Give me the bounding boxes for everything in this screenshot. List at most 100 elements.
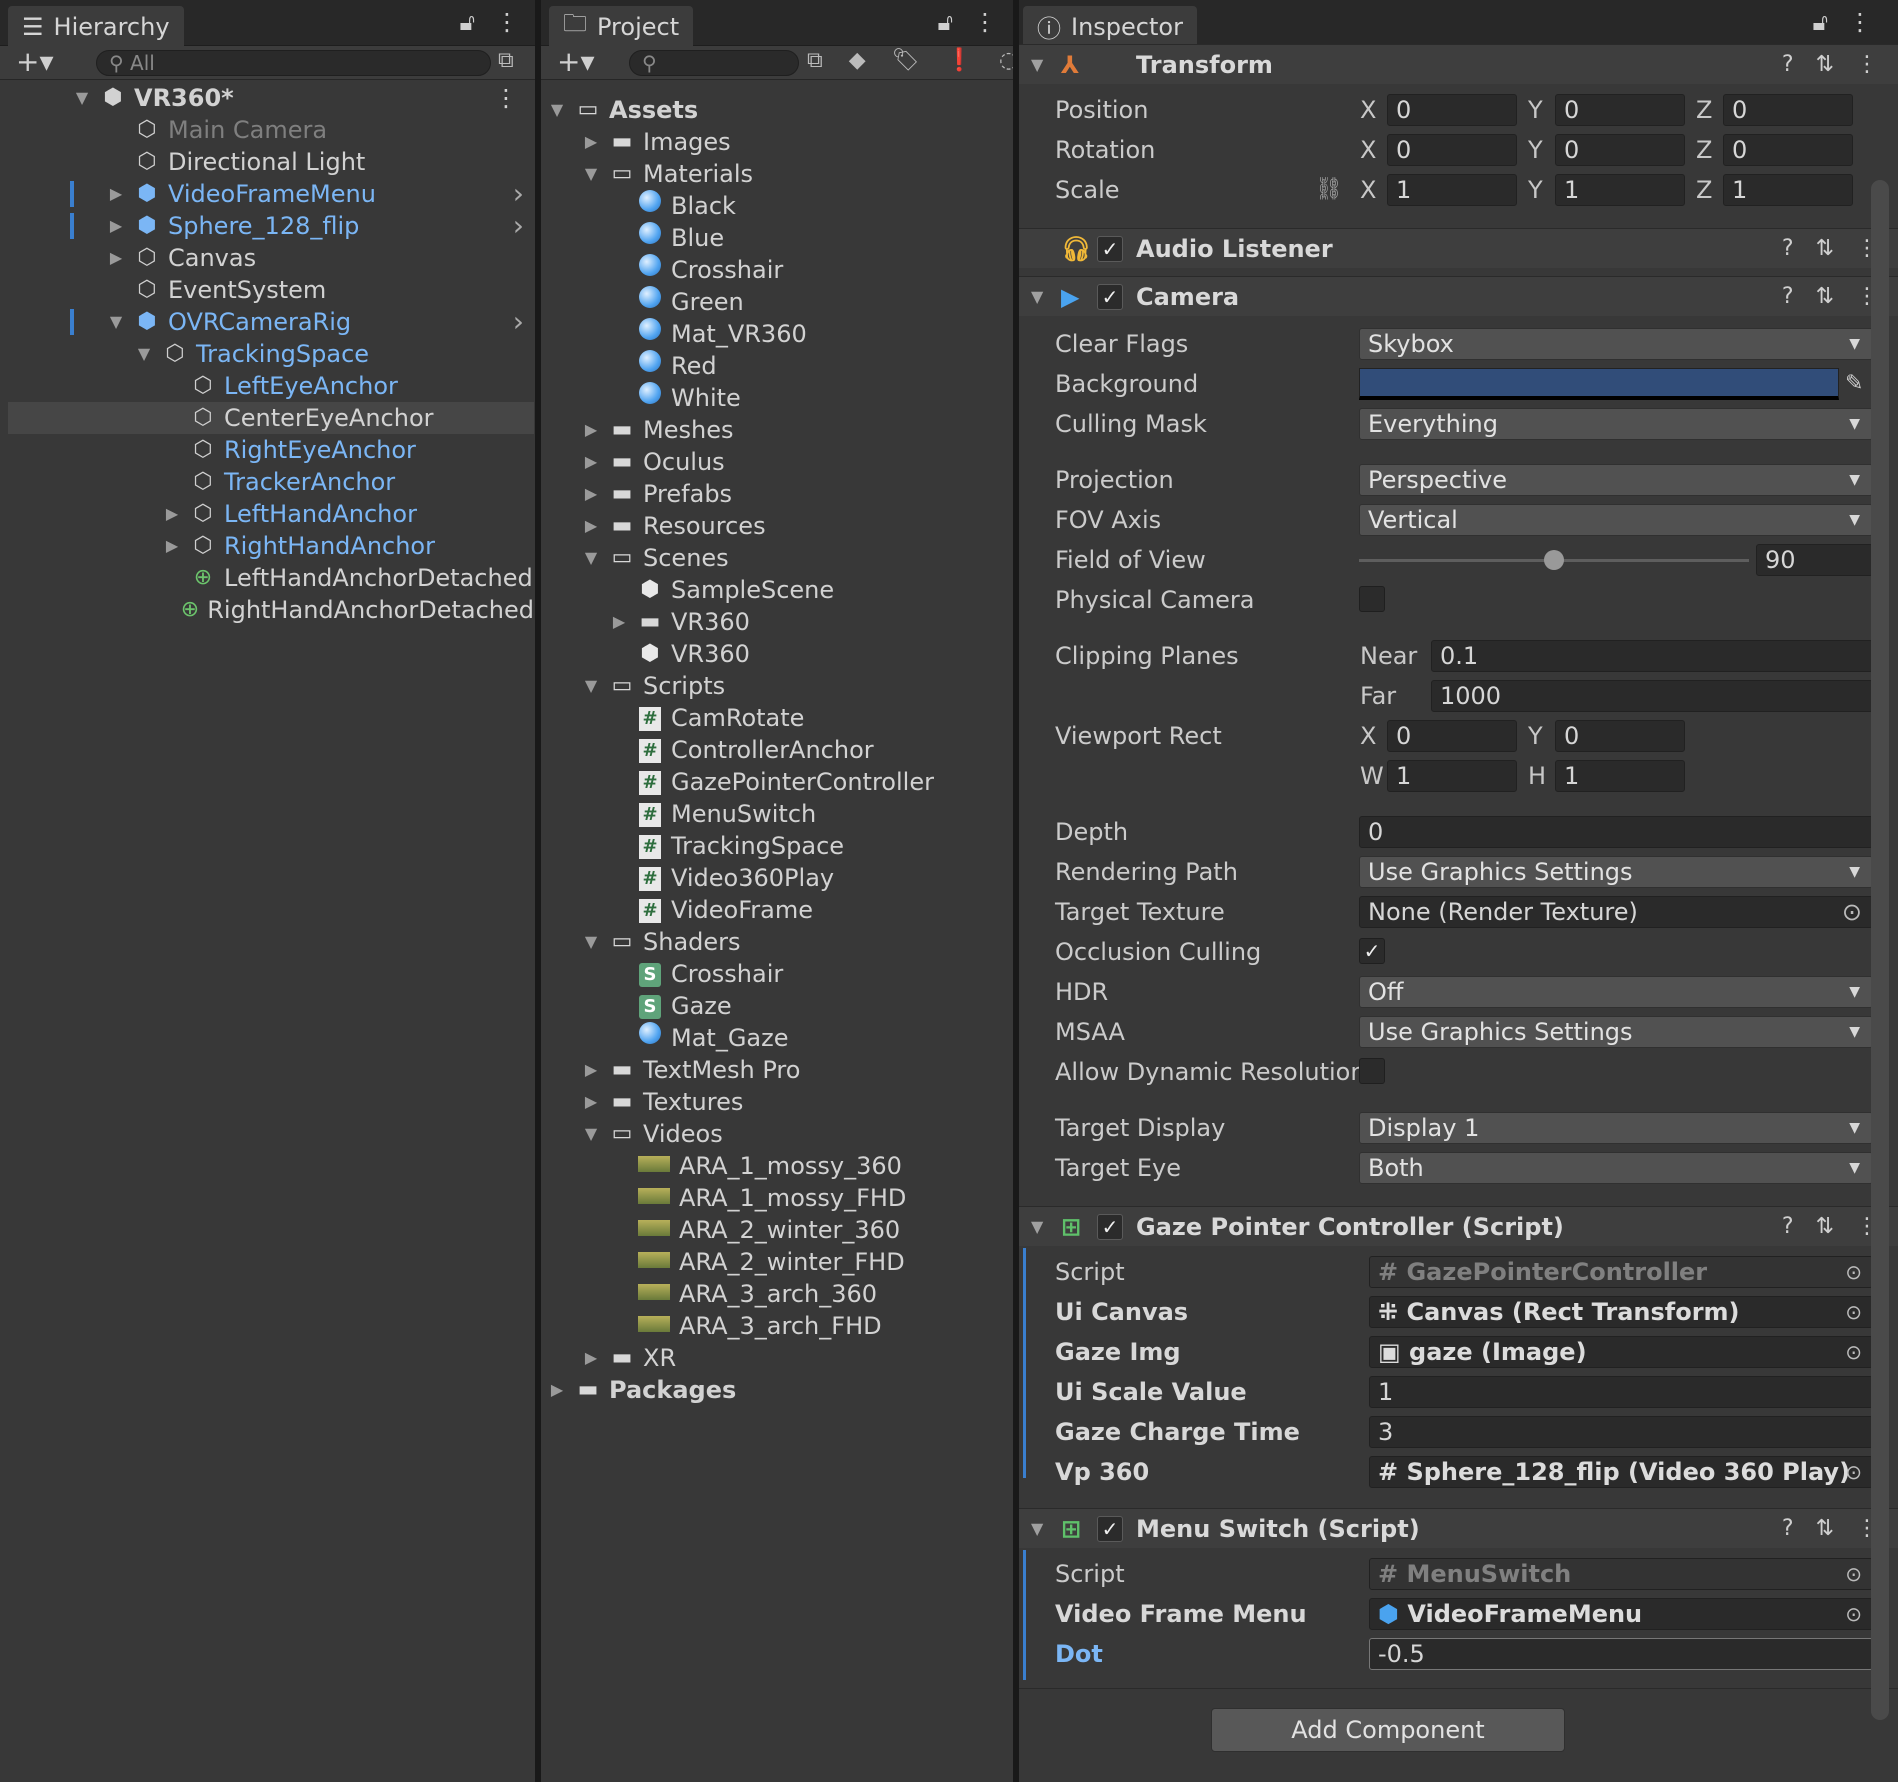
help-icon[interactable]: ? — [1782, 284, 1794, 309]
project-item[interactable]: ARA_3_arch_FHD — [611, 1310, 1001, 1342]
project-item[interactable]: # MenuSwitch — [611, 798, 1001, 830]
fov-axis-dropdown[interactable]: Vertical — [1359, 504, 1873, 536]
project-item[interactable]: # TrackingSpace — [611, 830, 1001, 862]
hierarchy-tab[interactable]: ☰ Hierarchy — [8, 6, 184, 47]
hdr-dropdown[interactable]: Off — [1359, 976, 1873, 1008]
inspector-scrollbar[interactable] — [1871, 180, 1889, 1720]
project-item[interactable]: # Video360Play — [611, 862, 1001, 894]
hierarchy-item[interactable]: ⬡ CenterEyeAnchor — [8, 402, 534, 434]
foldout-icon[interactable]: ▼ — [583, 158, 599, 190]
camera-header[interactable]: ▼ ▶︎ ✓ Camera ? ⇅ ⋮ — [1019, 276, 1898, 316]
hierarchy-item[interactable]: ▶ ⬡ LeftHandAnchor — [8, 498, 534, 530]
foldout-icon[interactable]: ▼ — [549, 94, 565, 126]
filter-label-icon[interactable]: 🏷︎ — [892, 48, 920, 73]
hierarchy-item[interactable]: ▶ ⬡ Canvas — [8, 242, 534, 274]
scene-search-icon[interactable]: ⧉ — [498, 48, 514, 73]
project-item[interactable]: ARA_2_winter_FHD — [611, 1246, 1001, 1278]
open-prefab-icon[interactable]: › — [513, 178, 524, 210]
project-item[interactable]: White — [611, 382, 1001, 414]
foldout-icon[interactable]: ▼ — [583, 926, 599, 958]
foldout-icon[interactable]: ▼ — [1031, 1519, 1043, 1538]
presets-icon[interactable]: ⇅ — [1816, 1214, 1834, 1239]
project-item[interactable]: ARA_3_arch_360 — [611, 1278, 1001, 1310]
project-item[interactable]: ▼ ▭ Scripts — [583, 670, 1001, 702]
more-icon[interactable]: ⋮ — [494, 82, 518, 114]
hierarchy-search-input[interactable]: ⚲ All — [96, 50, 491, 76]
hierarchy-item[interactable]: ▶ ⬡ RightHandAnchor — [8, 530, 534, 562]
project-item[interactable]: Mat_Gaze — [611, 1022, 1001, 1054]
help-icon[interactable]: ? — [1782, 1516, 1794, 1541]
foldout-icon[interactable]: ▼ — [136, 338, 152, 370]
target-display-dropdown[interactable]: Display 1 — [1359, 1112, 1873, 1144]
foldout-icon[interactable]: ▼ — [74, 82, 90, 114]
project-item[interactable]: ▼ ▭ Materials — [583, 158, 1001, 190]
foldout-icon[interactable]: ▼ — [583, 670, 599, 702]
project-item[interactable]: ▼ ▭ Scenes — [583, 542, 1001, 574]
scale-x-field[interactable]: 1 — [1387, 174, 1517, 206]
project-item[interactable]: # ControllerAnchor — [611, 734, 1001, 766]
scene-root[interactable]: ▼ ⬢ VR360* ⋮ — [74, 82, 534, 114]
project-item[interactable]: # CamRotate — [611, 702, 1001, 734]
project-item[interactable]: ▶ ▬ TextMesh Pro — [583, 1054, 1001, 1086]
gaze-pointer-controller-header[interactable]: ▼ ⊞ ✓ Gaze Pointer Controller (Script) ?… — [1019, 1206, 1898, 1246]
hierarchy-item[interactable]: ⬡ RightEyeAnchor — [8, 434, 534, 466]
hierarchy-item[interactable]: ⬡ Main Camera — [8, 114, 534, 146]
projection-dropdown[interactable]: Perspective — [1359, 464, 1873, 496]
scale-z-field[interactable]: 1 — [1723, 174, 1853, 206]
project-item[interactable]: ▶ ▬ Images — [583, 126, 1001, 158]
help-icon[interactable]: ? — [1782, 52, 1794, 77]
foldout-icon[interactable]: ▼ — [1031, 55, 1043, 74]
ui-scale-field[interactable]: 1 — [1369, 1376, 1873, 1408]
enabled-checkbox[interactable]: ✓ — [1097, 283, 1123, 310]
presets-icon[interactable]: ⇅ — [1816, 284, 1834, 309]
foldout-icon[interactable]: ▶ — [583, 446, 599, 478]
enabled-checkbox[interactable]: ✓ — [1097, 235, 1123, 262]
project-item[interactable]: ▶ ▬ Prefabs — [583, 478, 1001, 510]
gaze-img-field[interactable]: ▣ gaze (Image) ⊙ — [1369, 1336, 1873, 1368]
project-item[interactable]: Mat_VR360 — [611, 318, 1001, 350]
far-field[interactable]: 1000 — [1431, 680, 1873, 712]
more-icon[interactable]: ⋮ — [1848, 8, 1872, 36]
hierarchy-item[interactable]: ▶ ⬢ Sphere_128_flip › — [8, 210, 534, 242]
project-item[interactable]: Red — [611, 350, 1001, 382]
object-picker-icon[interactable]: ⊙ — [1845, 1599, 1862, 1629]
project-item[interactable]: S Crosshair — [611, 958, 1001, 990]
foldout-icon[interactable]: ▼ — [583, 542, 599, 574]
fov-field[interactable]: 90 — [1756, 544, 1873, 576]
hierarchy-item[interactable]: ⬡ TrackerAnchor — [8, 466, 534, 498]
project-item[interactable]: ARA_1_mossy_FHD — [611, 1182, 1001, 1214]
open-prefab-icon[interactable]: › — [513, 210, 524, 242]
fov-slider-handle[interactable] — [1544, 550, 1564, 570]
msaa-dropdown[interactable]: Use Graphics Settings — [1359, 1016, 1873, 1048]
foldout-icon[interactable]: ▼ — [1031, 1217, 1043, 1236]
foldout-icon[interactable]: ▶ — [108, 242, 124, 274]
dynamic-resolution-checkbox[interactable] — [1359, 1058, 1385, 1084]
culling-mask-dropdown[interactable]: Everything — [1359, 408, 1873, 440]
hierarchy-item[interactable]: ⬡ LeftEyeAnchor — [8, 370, 534, 402]
add-component-button[interactable]: Add Component — [1211, 1708, 1565, 1752]
project-item[interactable]: ▼ ▭ Videos — [583, 1118, 1001, 1150]
project-item[interactable]: # VideoFrame — [611, 894, 1001, 926]
clear-flags-dropdown[interactable]: Skybox — [1359, 328, 1873, 360]
foldout-icon[interactable]: ▶ — [583, 1054, 599, 1086]
project-item[interactable]: ▼ ▭ Shaders — [583, 926, 1001, 958]
inspector-tab[interactable]: ⓘ Inspector — [1023, 6, 1197, 47]
rotation-z-field[interactable]: 0 — [1723, 134, 1853, 166]
hierarchy-item[interactable]: ▶ ⬢ VideoFrameMenu › — [8, 178, 534, 210]
project-item[interactable]: S Gaze — [611, 990, 1001, 1022]
project-item[interactable]: ▶ ▬ VR360 — [611, 606, 1001, 638]
scale-y-field[interactable]: 1 — [1555, 174, 1685, 206]
foldout-icon[interactable]: ▶ — [108, 178, 124, 210]
foldout-icon[interactable]: ▶ — [583, 414, 599, 446]
transform-header[interactable]: ▼ ⅄ Transform ? ⇅ ⋮ — [1019, 44, 1898, 84]
near-field[interactable]: 0.1 — [1431, 640, 1873, 672]
more-icon[interactable]: ⋮ — [1856, 52, 1878, 77]
menu-switch-header[interactable]: ▼ ⊞ ✓ Menu Switch (Script) ? ⇅ ⋮ — [1019, 1508, 1898, 1548]
foldout-icon[interactable]: ▶ — [108, 210, 124, 242]
object-picker-icon[interactable]: ⊙ — [1845, 1337, 1862, 1367]
presets-icon[interactable]: ⇅ — [1816, 236, 1834, 261]
project-item[interactable]: Blue — [611, 222, 1001, 254]
project-item[interactable]: ARA_2_winter_360 — [611, 1214, 1001, 1246]
depth-field[interactable]: 0 — [1359, 816, 1873, 848]
video-frame-menu-field[interactable]: ⬢ VideoFrameMenu ⊙ — [1369, 1598, 1873, 1630]
